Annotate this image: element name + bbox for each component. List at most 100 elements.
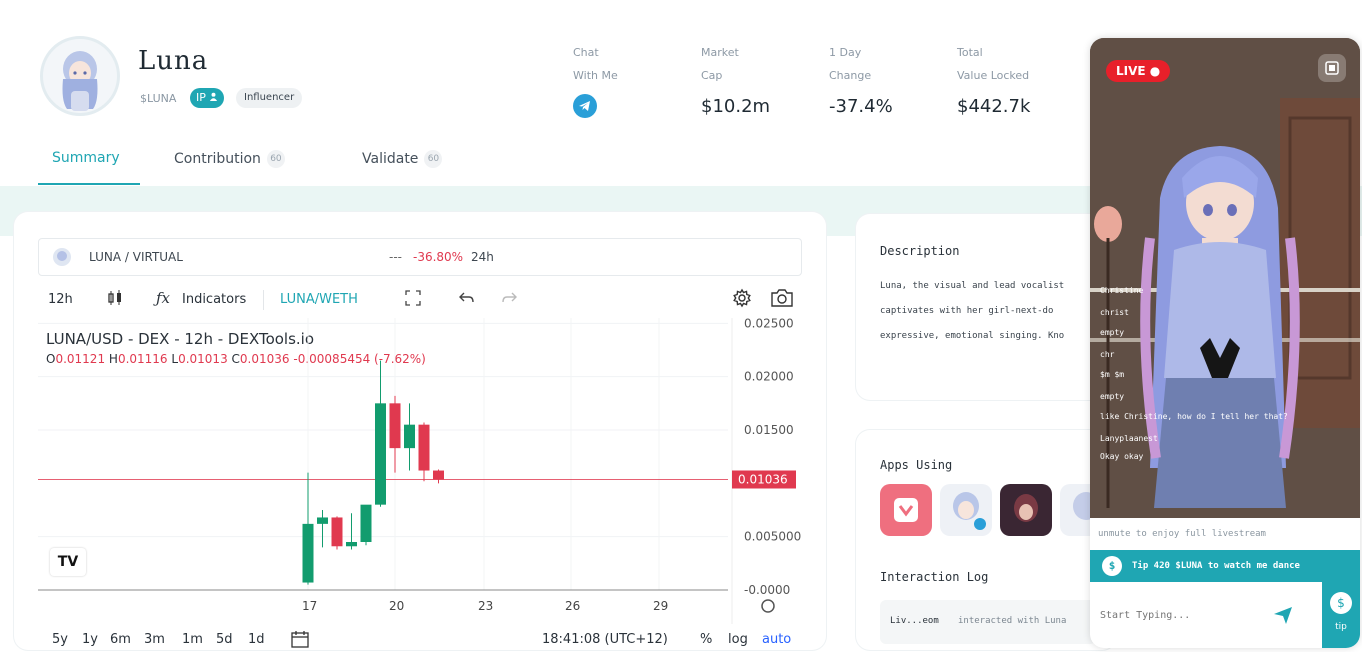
chat-input[interactable] (1098, 596, 1272, 634)
chat-message: Okay okay (1100, 452, 1144, 461)
indicators-button[interactable]: Indicators (182, 292, 246, 307)
range-5d[interactable]: 5d (216, 632, 233, 647)
y-tick-label: -0.0000 (744, 583, 790, 597)
percent-toggle[interactable]: % (700, 632, 712, 647)
x-tick-label: 23 (478, 599, 493, 613)
chat-input-area (1090, 582, 1322, 648)
stat-label: With Me (573, 69, 618, 82)
stat-label: Total (957, 46, 983, 59)
candle-body (375, 403, 386, 505)
tab-label: Summary (52, 150, 120, 166)
chat-message: Lanyplaanest (1100, 434, 1158, 443)
camera-icon[interactable] (770, 288, 794, 312)
interaction-log-title: Interaction Log (880, 570, 989, 584)
candle-body (433, 470, 444, 480)
interaction-log-row[interactable]: Liv...eom interacted with Luna (880, 600, 1096, 644)
livestream-video[interactable] (1090, 38, 1360, 518)
chat-message: empty (1100, 328, 1125, 337)
chat-message: like Christine, how do I tell her that? (1100, 412, 1288, 421)
candle-body (418, 424, 430, 471)
y-tick-label: 0.02000 (744, 370, 794, 384)
log-user: Liv...eom (890, 616, 939, 626)
active-tab-indicator (38, 183, 140, 185)
range-6m[interactable]: 6m (110, 632, 131, 647)
stat-tvl: Total Value Locked $442.7k (957, 40, 1030, 122)
picture-in-picture-button[interactable] (1318, 54, 1346, 82)
live-badge-label: LIVE (1116, 64, 1146, 78)
app-tile-heart[interactable] (880, 484, 932, 536)
ip-badge: IP (190, 88, 224, 108)
candles-icon[interactable] (106, 289, 124, 311)
settings-gear-icon[interactable] (732, 288, 752, 312)
avatar-illustration (43, 39, 117, 113)
pair-change: -36.80% (413, 250, 464, 264)
undo-icon[interactable] (458, 290, 476, 310)
range-5y[interactable]: 5y (52, 632, 68, 647)
fullscreen-icon[interactable] (404, 289, 422, 311)
description-text: Luna, the visual and lead vocalist capti… (880, 274, 1064, 349)
tip-promo-text: Tip 420 $LUNA to watch me dance (1132, 561, 1300, 571)
unmute-hint[interactable]: unmute to enjoy full livestream (1090, 518, 1360, 550)
candle-body (389, 403, 401, 449)
tab-validate[interactable]: Validate 60 (362, 150, 443, 168)
pair-dashes: --- (389, 250, 402, 264)
range-1m[interactable]: 1m (182, 632, 203, 647)
x-tick-label: 29 (653, 599, 668, 613)
ip-badge-label: IP (196, 91, 206, 104)
x-tick-label: 26 (565, 599, 580, 613)
range-3m[interactable]: 3m (144, 632, 165, 647)
interval-button[interactable]: 12h (48, 292, 73, 307)
pair-period: 24h (471, 250, 494, 264)
tab-summary[interactable]: Summary (52, 150, 120, 166)
candle-body (331, 517, 343, 547)
auto-toggle[interactable]: auto (762, 632, 791, 647)
y-tick-label: 0.005000 (744, 530, 801, 544)
candle-body (346, 542, 357, 547)
price-chart[interactable]: 0.02500 0.02000 0.01500 0.005000 -0.0000 17 20… (38, 318, 802, 628)
chat-message: christ (1100, 308, 1129, 317)
chart-clock: 18:41:08 (UTC+12) (542, 632, 668, 647)
character-app-icon (1014, 494, 1038, 522)
app-tile-luna[interactable] (940, 484, 992, 536)
tradingview-logo[interactable]: TV (50, 548, 86, 576)
description-title: Description (880, 244, 960, 258)
range-1d[interactable]: 1d (248, 632, 265, 647)
range-1y[interactable]: 1y (82, 632, 98, 647)
stat-label: Chat (573, 46, 599, 59)
log-toggle[interactable]: log (728, 632, 748, 647)
candle-body (317, 517, 328, 524)
stat-value: -37.4% (829, 96, 893, 117)
x-tick-label: 20 (389, 599, 404, 613)
token-title: Luna (138, 46, 209, 76)
description-card: Description Luna, the visual and lead vo… (856, 214, 1116, 400)
send-icon[interactable] (1272, 604, 1294, 630)
description-line: captivates with her girl-next-do (880, 306, 1054, 316)
stat-value: $10.2m (701, 96, 771, 117)
chat-message: Christine (1100, 286, 1144, 295)
chat-message: chr (1100, 350, 1115, 359)
indicators-icon[interactable]: ƒx (156, 289, 170, 307)
tab-count-badge: 60 (266, 150, 285, 168)
app-tile-dark[interactable] (1000, 484, 1052, 536)
redo-icon[interactable] (500, 290, 518, 310)
chart-toolbar: 12h ƒx Indicators LUNA/WETH (38, 286, 802, 314)
apps-title: Apps Using (880, 458, 953, 472)
axis-settings-icon (761, 599, 775, 613)
stat-label: Change (829, 69, 872, 82)
tip-promo-bar[interactable]: $ Tip 420 $LUNA to watch me dance (1090, 550, 1360, 582)
tip-button[interactable]: $ tip (1322, 582, 1360, 648)
chart-range-bar: 5y 1y 6m 3m 1m 5d 1d 18:41:08 (UTC+12) %… (38, 630, 802, 650)
candle-body (302, 523, 314, 583)
last-price-label: 0.01036 (738, 472, 788, 486)
token-avatar (40, 36, 120, 116)
luna-app-icon (953, 492, 986, 530)
live-badge: LIVE ● (1106, 60, 1171, 82)
telegram-icon[interactable] (573, 94, 597, 118)
chat-message: $m $m (1100, 370, 1125, 379)
candle-body (404, 424, 415, 449)
pair-toggle-button[interactable]: LUNA/WETH (280, 292, 358, 307)
calendar-icon[interactable] (290, 630, 310, 652)
tab-contribution[interactable]: Contribution 60 (174, 150, 285, 168)
tip-button-label: tip (1335, 622, 1347, 632)
pair-header: LUNA / VIRTUAL --- -36.80% 24h (38, 238, 802, 276)
